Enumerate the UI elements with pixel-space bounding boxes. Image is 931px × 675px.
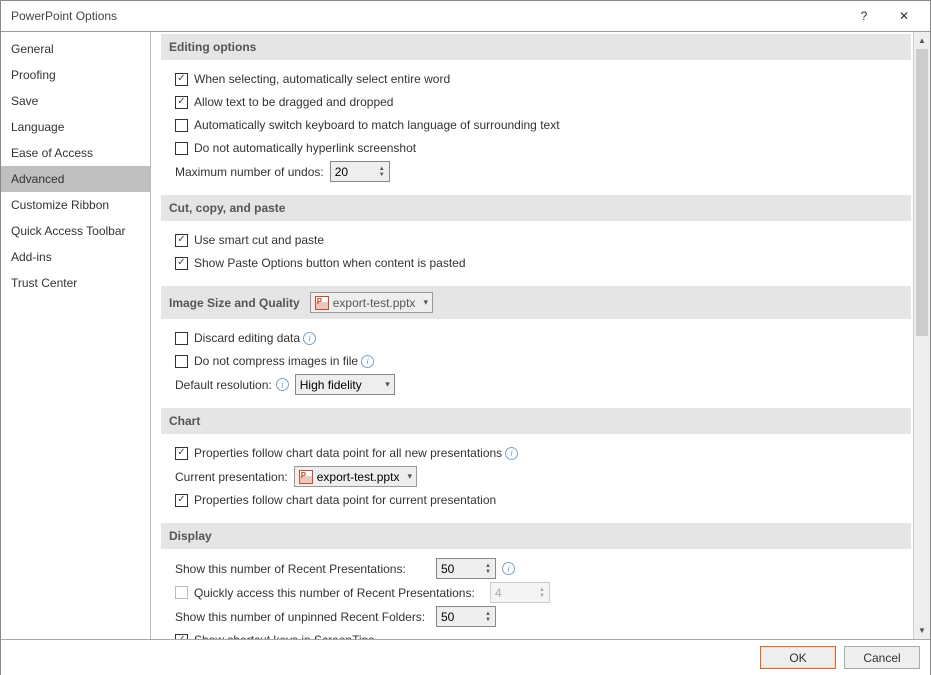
label-quick-access-recent: Quickly access this number of Recent Pre… (194, 586, 490, 600)
spinner-buttons-icon[interactable]: ▲▼ (485, 563, 491, 575)
powerpoint-file-icon (299, 470, 313, 484)
label-drag-drop: Allow text to be dragged and dropped (194, 95, 393, 109)
label-recent-folders: Show this number of unpinned Recent Fold… (175, 610, 430, 624)
dropdown-image-file-value: export-test.pptx (333, 296, 416, 310)
info-icon[interactable] (276, 378, 289, 391)
ok-button[interactable]: OK (760, 646, 836, 669)
checkbox-chart-props-current[interactable] (175, 494, 188, 507)
options-sidebar: General Proofing Save Language Ease of A… (1, 32, 151, 639)
label-smart-cut-paste: Use smart cut and paste (194, 233, 324, 247)
sidebar-item-ease-of-access[interactable]: Ease of Access (1, 140, 150, 166)
label-max-undos: Maximum number of undos: (175, 165, 324, 179)
label-no-hyperlink-screenshot: Do not automatically hyperlink screensho… (194, 141, 416, 155)
spinner-max-undos[interactable]: 20 ▲▼ (330, 161, 390, 182)
sidebar-item-trust-center[interactable]: Trust Center (1, 270, 150, 296)
sidebar-item-add-ins[interactable]: Add-ins (1, 244, 150, 270)
checkbox-chart-props-all[interactable] (175, 447, 188, 460)
section-display-head: Display (161, 523, 911, 549)
section-image-title: Image Size and Quality (169, 296, 300, 310)
sidebar-item-advanced[interactable]: Advanced (1, 166, 150, 192)
scroll-down-icon[interactable]: ▼ (914, 622, 930, 639)
spinner-buttons-icon[interactable]: ▲▼ (379, 166, 385, 178)
checkbox-discard-editing-data[interactable] (175, 332, 188, 345)
label-no-compress: Do not compress images in file (194, 354, 358, 368)
dialog-footer: OK Cancel (1, 639, 930, 675)
sidebar-item-general[interactable]: General (1, 36, 150, 62)
spinner-max-undos-value: 20 (335, 165, 348, 179)
label-auto-keyboard: Automatically switch keyboard to match l… (194, 118, 560, 132)
checkbox-select-entire-word[interactable] (175, 73, 188, 86)
checkbox-drag-drop[interactable] (175, 96, 188, 109)
checkbox-smart-cut-paste[interactable] (175, 234, 188, 247)
dropdown-current-presentation[interactable]: export-test.pptx (294, 466, 417, 487)
label-current-presentation: Current presentation: (175, 470, 288, 484)
powerpoint-file-icon (315, 296, 329, 310)
checkbox-shortcut-screentips[interactable] (175, 634, 188, 640)
help-button[interactable]: ? (844, 2, 884, 30)
chevron-down-icon (407, 471, 412, 482)
options-content: Editing options When selecting, automati… (151, 32, 913, 639)
sidebar-item-quick-access-toolbar[interactable]: Quick Access Toolbar (1, 218, 150, 244)
close-button[interactable]: ✕ (884, 2, 924, 30)
sidebar-item-save[interactable]: Save (1, 88, 150, 114)
spinner-recent-presentations[interactable]: 50 ▲▼ (436, 558, 496, 579)
chevron-down-icon (385, 379, 390, 390)
section-editing-head: Editing options (161, 34, 911, 60)
cancel-button[interactable]: Cancel (844, 646, 920, 669)
info-icon[interactable] (303, 332, 316, 345)
checkbox-paste-options[interactable] (175, 257, 188, 270)
sidebar-item-proofing[interactable]: Proofing (1, 62, 150, 88)
scroll-track[interactable] (914, 49, 930, 622)
dropdown-default-resolution[interactable]: High fidelity (295, 374, 395, 395)
spinner-recent-folders-value: 50 (441, 610, 454, 624)
spinner-buttons-icon[interactable]: ▲▼ (485, 611, 491, 623)
info-icon[interactable] (502, 562, 515, 575)
dropdown-image-file[interactable]: export-test.pptx (310, 292, 433, 313)
spinner-recent-presentations-value: 50 (441, 562, 454, 576)
chevron-down-icon (423, 297, 428, 308)
label-paste-options: Show Paste Options button when content i… (194, 256, 466, 270)
titlebar: PowerPoint Options ? ✕ (1, 1, 930, 31)
spinner-quick-access-recent: 4 ▲▼ (490, 582, 550, 603)
scroll-up-icon[interactable]: ▲ (914, 32, 930, 49)
label-default-resolution: Default resolution: (175, 378, 272, 392)
checkbox-auto-keyboard[interactable] (175, 119, 188, 132)
info-icon[interactable] (505, 447, 518, 460)
info-icon[interactable] (361, 355, 374, 368)
checkbox-no-compress[interactable] (175, 355, 188, 368)
section-chart-head: Chart (161, 408, 911, 434)
label-chart-props-current: Properties follow chart data point for c… (194, 493, 496, 507)
dropdown-current-presentation-value: export-test.pptx (317, 470, 400, 484)
label-shortcut-screentips: Show shortcut keys in ScreenTips (194, 633, 374, 639)
spinner-recent-folders[interactable]: 50 ▲▼ (436, 606, 496, 627)
spinner-quick-access-value: 4 (495, 586, 502, 600)
section-image-head: Image Size and Quality export-test.pptx (161, 286, 911, 319)
label-recent-presentations: Show this number of Recent Presentations… (175, 562, 430, 576)
section-cut-head: Cut, copy, and paste (161, 195, 911, 221)
sidebar-item-customize-ribbon[interactable]: Customize Ribbon (1, 192, 150, 218)
sidebar-item-language[interactable]: Language (1, 114, 150, 140)
label-chart-props-all: Properties follow chart data point for a… (194, 446, 502, 460)
scroll-thumb[interactable] (916, 49, 928, 336)
vertical-scrollbar[interactable]: ▲ ▼ (913, 32, 930, 639)
dropdown-default-resolution-value: High fidelity (300, 378, 362, 392)
spinner-buttons-icon: ▲▼ (539, 587, 545, 599)
label-select-entire-word: When selecting, automatically select ent… (194, 72, 450, 86)
label-discard-editing-data: Discard editing data (194, 331, 300, 345)
checkbox-no-hyperlink-screenshot[interactable] (175, 142, 188, 155)
window-title: PowerPoint Options (11, 9, 844, 23)
checkbox-quick-access-recent[interactable] (175, 586, 188, 599)
